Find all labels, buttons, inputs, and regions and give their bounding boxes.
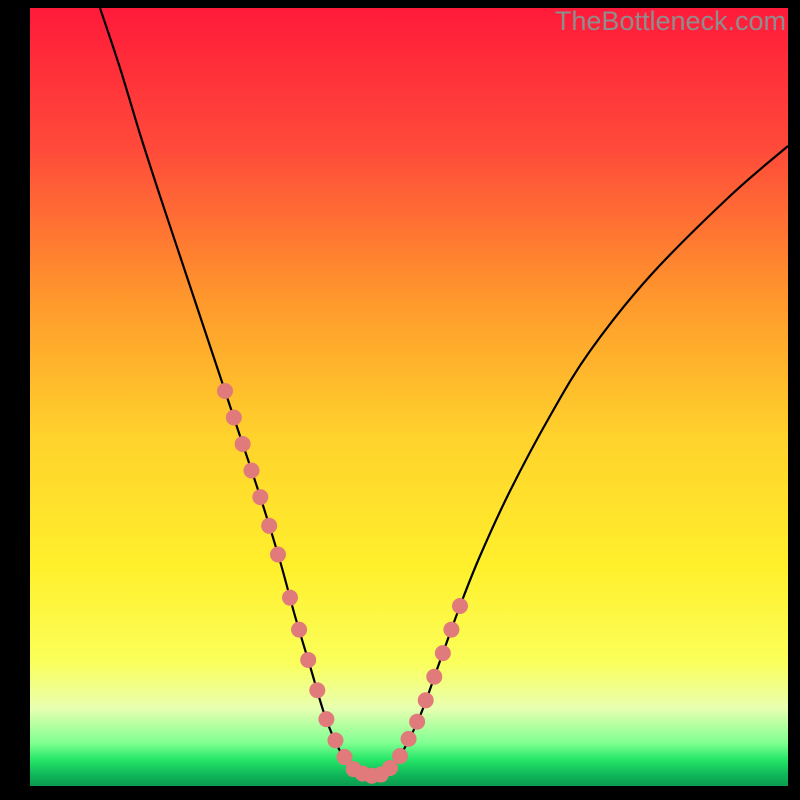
highlight-dot [226,410,242,426]
highlight-dot [291,622,307,638]
highlight-dot [435,645,451,661]
highlight-dot [452,598,468,614]
highlight-dot [261,518,277,534]
highlight-dot [392,748,408,764]
highlight-dot [426,669,442,685]
highlight-dot [327,732,343,748]
highlight-dot [443,622,459,638]
highlight-dot [270,547,286,563]
highlight-dot [418,692,434,708]
curve-layer [30,8,788,786]
highlight-dot [409,714,425,730]
highlight-dot [318,711,334,727]
highlight-dot [300,652,316,668]
plot-area [30,8,788,786]
bottleneck-curve [100,8,788,776]
highlight-dot [244,463,260,479]
highlight-dot [217,383,233,399]
watermark-text: TheBottleneck.com [555,6,786,37]
highlight-dots [217,383,468,784]
highlight-dot [252,489,268,505]
highlight-dot [309,682,325,698]
highlight-dot [282,590,298,606]
highlight-dot [235,436,251,452]
highlight-dot [401,731,417,747]
